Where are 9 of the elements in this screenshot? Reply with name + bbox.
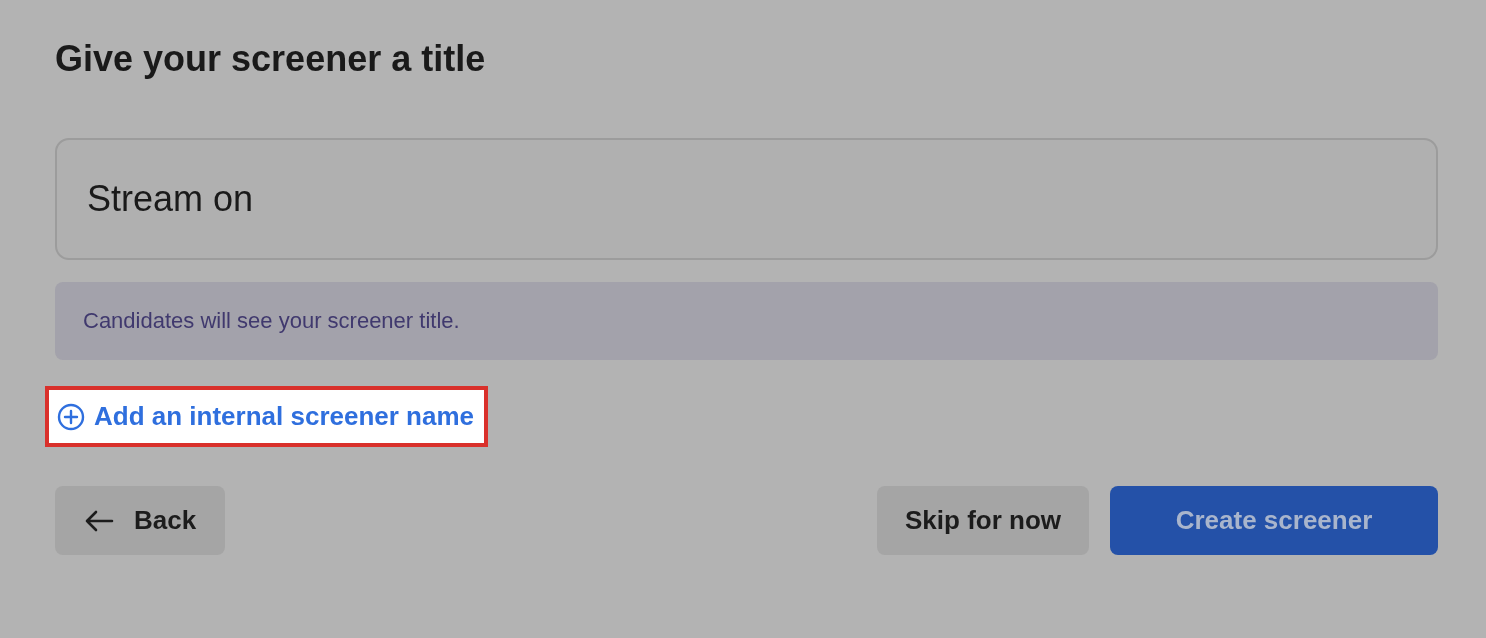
add-name-link[interactable]: Add an internal screener name — [57, 401, 475, 432]
secondary-button[interactable]: Skip for now — [877, 486, 1089, 555]
back-button[interactable]: Back — [55, 486, 226, 555]
primary-button[interactable]: Create screener — [1110, 486, 1438, 555]
left-arrow-icon — [84, 508, 114, 533]
title-input-field[interactable]: Stream on — [55, 138, 1438, 260]
page-heading: Give your screener a title — [55, 37, 487, 81]
info-text: Candidates will see your screener title. — [83, 308, 460, 334]
plus-circle-icon — [57, 402, 85, 431]
